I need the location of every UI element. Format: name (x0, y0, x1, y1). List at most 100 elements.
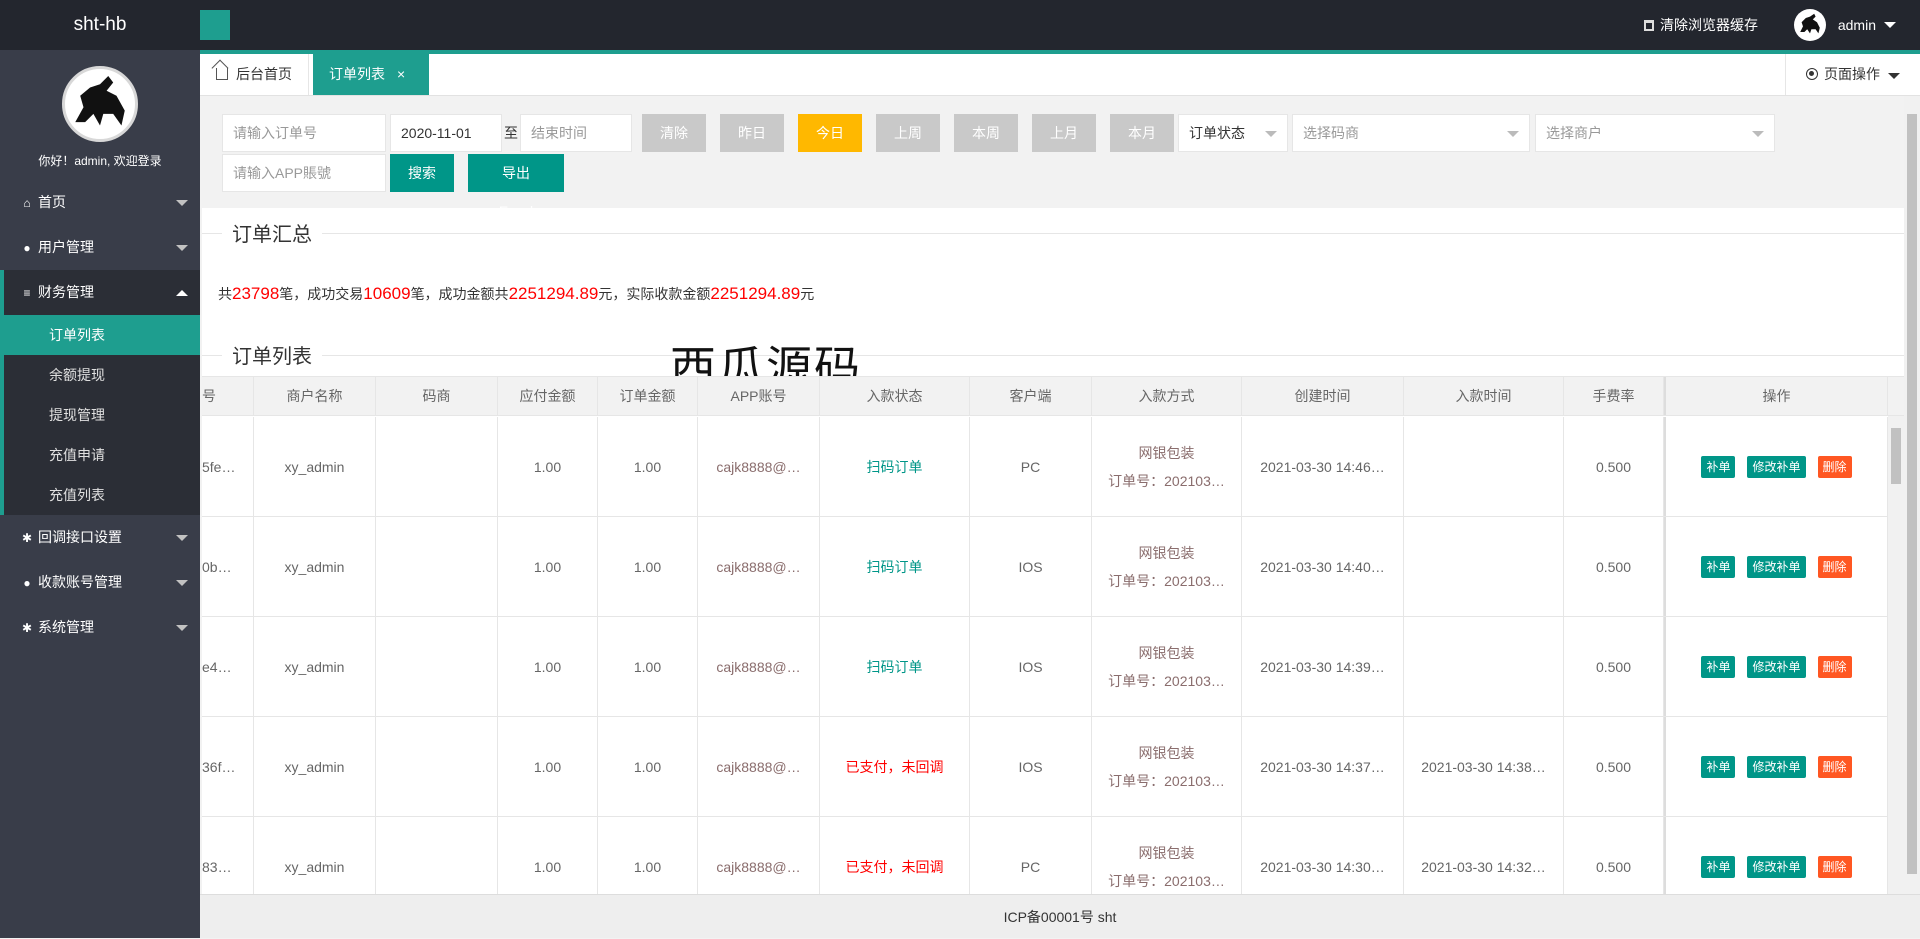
scrollbar-thumb[interactable] (1907, 114, 1917, 874)
end-date-input[interactable]: 结束时间 (520, 114, 632, 152)
col-header: 应付金额 (498, 377, 598, 415)
sidebar-subitem-withdraw-manage[interactable]: 提现管理 (0, 395, 200, 435)
table-row: 83… xy_admin 1.00 1.00 cajk8888@… 已支付，未回调 PC 网银… (202, 817, 1904, 894)
sidebar-item-system[interactable]: ✱ 系统管理 (0, 605, 200, 650)
actions-cell: 补单 修改补单 删除 (1664, 817, 1888, 894)
close-icon[interactable]: × (397, 66, 405, 82)
order-no-input[interactable]: 请输入订单号 (222, 114, 386, 152)
fill-order-button[interactable]: 补单 (1701, 755, 1736, 778)
order-status-select[interactable]: 订单状态 (1178, 114, 1288, 152)
delete-button[interactable]: 删除 (1817, 855, 1852, 878)
pay-order-no: 订单号：202103… (1108, 872, 1225, 889)
paid-cell (1404, 517, 1564, 616)
edit-fill-order-button[interactable]: 修改补单 (1747, 755, 1806, 778)
sidebar-item-accounts[interactable]: ● 收款账号管理 (0, 560, 200, 605)
today-button[interactable]: 今日 (798, 114, 862, 152)
fill-order-button[interactable]: 补单 (1701, 655, 1736, 678)
scrollbar-thumb[interactable] (1891, 428, 1901, 484)
sidebar-subitem-recharge-apply[interactable]: 充值申请 (0, 435, 200, 475)
edit-fill-order-button[interactable]: 修改补单 (1747, 855, 1806, 878)
pay-method: 网银包装 (1138, 444, 1195, 461)
page-ops-dropdown[interactable]: 页面操作 (1785, 54, 1920, 95)
top-header: sht-hb 清除浏览器缓存 admin (0, 0, 1920, 50)
sidebar-subitem-withdraw[interactable]: 余额提现 (0, 355, 200, 395)
sidebar-subitem-orders[interactable]: 订单列表 (0, 315, 200, 355)
home-icon: ⌂ (23, 196, 31, 210)
edit-fill-order-button[interactable]: 修改补单 (1747, 655, 1806, 678)
sidebar-toggle-button[interactable] (200, 10, 230, 40)
no-cell: 5fe… (202, 417, 254, 516)
code-merchant-select[interactable]: 选择码商 (1292, 114, 1530, 152)
sidebar-item-users[interactable]: ● 用户管理 (0, 225, 200, 270)
sidebar-item-finance[interactable]: ≡ 财务管理 (0, 270, 200, 315)
chevron-down-icon (176, 535, 188, 541)
merchant-cell: xy_admin (254, 817, 376, 894)
target-icon (1806, 68, 1818, 80)
tab-orders[interactable]: 订单列表 × (313, 54, 429, 95)
table-row: 0b… xy_admin 1.00 1.00 cajk8888@… 扫码订单 IOS 网银包装… (202, 517, 1904, 617)
created-cell: 2021-03-30 14:46… (1242, 417, 1404, 516)
sidebar-item-callback[interactable]: ✱ 回调接口设置 (0, 515, 200, 560)
rate-cell: 0.500 (1564, 817, 1664, 894)
table-scrollbar[interactable] (1888, 416, 1904, 894)
clear-button[interactable]: 清除 (642, 114, 706, 152)
fill-order-button[interactable]: 补单 (1701, 455, 1736, 478)
chevron-down-icon (176, 245, 188, 251)
client-cell: IOS (970, 717, 1092, 816)
tab-home[interactable]: 后台首页 (200, 54, 309, 95)
merchant-select[interactable]: 选择商户 (1535, 114, 1775, 152)
last-month-button[interactable]: 上月 (1032, 114, 1096, 152)
col-header: 号 (202, 377, 254, 415)
export-excel-button[interactable]: 导出Excel (468, 154, 564, 219)
payable-cell: 1.00 (498, 617, 598, 716)
status-cell: 扫码订单 (820, 517, 970, 616)
sidebar-subitem-recharge-list[interactable]: 充值列表 (0, 475, 200, 515)
actions-cell: 补单 修改补单 删除 (1664, 417, 1888, 516)
app-account-input[interactable]: 请输入APP賬號 (222, 154, 386, 192)
chevron-down-icon (176, 625, 188, 631)
clear-cache-link[interactable]: 清除浏览器缓存 (1644, 0, 1758, 50)
pay-order-no: 订单号：202103… (1108, 672, 1225, 689)
merchant-cell: xy_admin (254, 617, 376, 716)
this-week-button[interactable]: 本周 (954, 114, 1018, 152)
delete-button[interactable]: 删除 (1817, 455, 1852, 478)
status-cell: 已支付，未回调 (820, 817, 970, 894)
app-cell: cajk8888@… (698, 817, 820, 894)
chevron-down-icon (1884, 22, 1896, 28)
code-cell (376, 417, 498, 516)
delete-button[interactable]: 删除 (1817, 555, 1852, 578)
yesterday-button[interactable]: 昨日 (720, 114, 784, 152)
rate-cell: 0.500 (1564, 617, 1664, 716)
no-cell: e4… (202, 617, 254, 716)
user-icon: ● (23, 241, 31, 255)
delete-button[interactable]: 删除 (1817, 655, 1852, 678)
page-scrollbar[interactable] (1904, 96, 1920, 894)
app-logo[interactable]: sht-hb (0, 0, 200, 50)
delete-button[interactable]: 删除 (1817, 755, 1852, 778)
edit-fill-order-button[interactable]: 修改补单 (1747, 555, 1806, 578)
start-date-input[interactable]: 2020-11-01 (390, 114, 502, 152)
user-menu[interactable]: admin (1793, 0, 1896, 50)
gear-icon: ✱ (21, 531, 33, 545)
app-cell: cajk8888@… (698, 617, 820, 716)
amount-cell: 1.00 (598, 717, 698, 816)
search-button[interactable]: 搜索 (390, 154, 454, 192)
fill-order-button[interactable]: 补单 (1701, 855, 1736, 878)
orders-table: 号 商户名称 码商 应付金额 订单金额 APP账号 入款状态 客户端 入款方式 … (202, 376, 1904, 894)
pay-method-cell: 网银包装 订单号：202103… (1092, 717, 1242, 816)
last-week-button[interactable]: 上周 (876, 114, 940, 152)
chevron-down-icon (1888, 73, 1900, 79)
fill-order-button[interactable]: 补单 (1701, 555, 1736, 578)
col-header: 操作 (1664, 377, 1888, 415)
code-cell (376, 817, 498, 894)
created-cell: 2021-03-30 14:30… (1242, 817, 1404, 894)
this-month-button[interactable]: 本月 (1110, 114, 1174, 152)
edit-fill-order-button[interactable]: 修改补单 (1747, 455, 1806, 478)
app-cell: cajk8888@… (698, 517, 820, 616)
code-cell (376, 617, 498, 716)
table-row: e4… xy_admin 1.00 1.00 cajk8888@… 扫码订单 IOS 网银包装… (202, 617, 1904, 717)
app-cell: cajk8888@… (698, 417, 820, 516)
table-row: 5fe… xy_admin 1.00 1.00 cajk8888@… 扫码订单 PC 网银包装… (202, 417, 1904, 517)
created-cell: 2021-03-30 14:37… (1242, 717, 1404, 816)
sidebar-item-home[interactable]: ⌂ 首页 (0, 180, 200, 225)
